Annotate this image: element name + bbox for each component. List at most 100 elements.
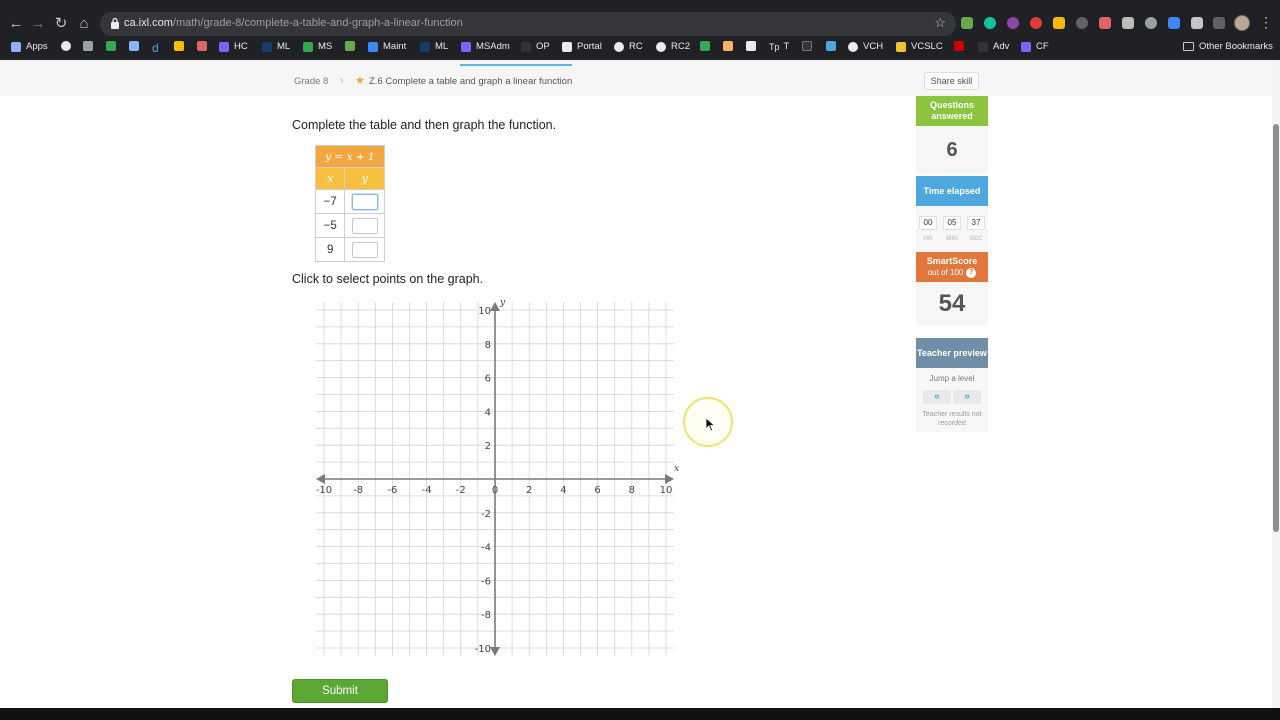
extensions-puzzle-icon[interactable] (1191, 17, 1203, 29)
active-tab-indicator (460, 64, 572, 66)
extension-video-icon[interactable] (1099, 17, 1111, 29)
extension-sheets-icon[interactable] (961, 17, 973, 29)
questions-answered-label: Questions answered (916, 96, 988, 126)
jump-level-up-button[interactable]: » (953, 390, 981, 404)
bookmark-rc2[interactable]: RC2 (656, 41, 690, 52)
bookmark-vcslc[interactable]: VCSLC (896, 41, 943, 52)
globe-icon (614, 41, 624, 52)
coordinate-graph[interactable]: -10 -8 -6 -4 -2 0 2 4 6 8 10 10 8 6 4 2 -2 -4 -6 -8 -10 x y (310, 298, 680, 660)
bookmark-leaf[interactable] (345, 41, 360, 51)
op-icon (521, 41, 531, 52)
bookmark-maple[interactable] (954, 41, 969, 51)
y-tick-label: -2 (481, 509, 491, 520)
bookmark-star[interactable] (61, 41, 76, 51)
bookmark-link[interactable] (826, 41, 841, 51)
mouse-pointer-icon (706, 418, 716, 432)
x-axis-label: x (674, 464, 679, 474)
bookmark-rc[interactable]: RC (614, 41, 643, 52)
bookmark-op[interactable]: OP (521, 41, 550, 52)
bookmark-maint[interactable]: Maint (368, 41, 406, 52)
extension-box-icon[interactable] (1122, 17, 1134, 29)
extension-drive-icon[interactable] (1053, 17, 1065, 29)
y-tick-label: -8 (481, 610, 491, 621)
extension-grammarly-icon[interactable] (984, 17, 996, 29)
bookmark-ms[interactable]: MS (303, 41, 332, 52)
star-bookmark-icon (61, 41, 71, 51)
reload-icon[interactable]: ↻ (51, 14, 71, 34)
table-cell-x: 9 (314, 237, 346, 262)
extension-red-icon[interactable] (1030, 17, 1042, 29)
function-table: y = x + 1 x y −7 −5 9 (314, 145, 385, 262)
doc-icon (368, 41, 378, 52)
x-tick-label: 2 (526, 485, 532, 496)
submit-button[interactable]: Submit (292, 679, 388, 703)
d-icon: d (152, 41, 159, 55)
bookmark-apps[interactable]: Apps (11, 41, 48, 52)
globe-icon (656, 41, 666, 52)
bookmark-box[interactable] (723, 41, 738, 51)
s-icon (746, 41, 756, 51)
bookmark-star-icon[interactable]: ☆ (934, 15, 946, 31)
graph-instruction: Click to select points on the graph. (292, 272, 484, 286)
x-tick-label: 10 (660, 485, 673, 496)
teacher-preview-label: Teacher preview (916, 338, 988, 368)
graph-axes (316, 302, 674, 656)
browser-menu-icon[interactable]: ⋮ (1259, 14, 1273, 31)
table-row: −5 (314, 213, 385, 238)
forward-arrow-icon[interactable]: → (28, 14, 48, 34)
timer: 00 05 37 HR MIN SEC (916, 206, 988, 252)
back-arrow-icon[interactable]: ← (6, 14, 26, 34)
home-icon[interactable]: ⌂ (74, 14, 94, 34)
bookmark-portal[interactable]: Portal (562, 41, 602, 52)
smartscore-sub: out of 100? (916, 267, 988, 278)
share-skill-button[interactable]: Share skill (924, 72, 979, 90)
extension-circle-icon[interactable] (1076, 17, 1088, 29)
cast-icon[interactable] (1213, 17, 1225, 29)
jump-level-down-button[interactable]: « (923, 390, 951, 404)
bookmark-folder[interactable] (83, 41, 98, 51)
address-bar[interactable]: ca.ixl.com/math/grade-8/complete-a-table… (100, 12, 956, 36)
extension-screencastify-icon[interactable] (1007, 17, 1019, 29)
bookmark-d[interactable]: d (152, 41, 159, 55)
bookmark-drive[interactable] (174, 41, 189, 51)
folder-icon (83, 41, 93, 51)
bookmark-school[interactable] (197, 41, 212, 51)
bookmark-s[interactable] (746, 41, 761, 51)
smartscore-value: 54 (916, 282, 988, 326)
bookmark-tpt[interactable]: Tp T (769, 41, 789, 52)
bookmark-cf[interactable]: CF (1021, 41, 1049, 52)
extension-more-icon[interactable] (1145, 17, 1157, 29)
time-elapsed-label: Time elapsed (916, 176, 988, 206)
bookmark-copy[interactable] (129, 41, 144, 51)
help-icon[interactable]: ? (966, 267, 977, 278)
timer-minutes: 05 (943, 216, 961, 230)
y-tick-label: 4 (485, 407, 491, 418)
bookmark-adv[interactable]: Adv (978, 41, 1009, 52)
bookmark-vch[interactable]: VCH (848, 41, 883, 52)
x-tick-label: 8 (629, 485, 635, 496)
other-bookmarks[interactable]: Other Bookmarks (1183, 41, 1273, 52)
table-header-y: y (344, 167, 385, 190)
bookmark-video[interactable] (802, 41, 817, 51)
bookmark-ml-2[interactable]: ML (420, 41, 448, 52)
bookmark-sheet[interactable] (106, 41, 121, 51)
score-sidebar: Questions answered 6 Time elapsed 00 05 … (916, 96, 988, 432)
y-input[interactable] (351, 193, 378, 210)
breadcrumb-grade[interactable]: Grade 8 (294, 76, 328, 87)
x-axis-right-arrow-icon (665, 474, 674, 484)
x-tick-label: 4 (560, 485, 566, 496)
url-path: /math/grade-8/complete-a-table-and-graph… (172, 17, 463, 29)
timer-hours: 00 (919, 216, 937, 230)
bookmark-ml[interactable]: ML (262, 41, 290, 52)
profile-avatar[interactable] (1234, 15, 1250, 31)
bookmark-hc[interactable]: HC (219, 41, 248, 52)
address-row: ← → ↻ ⌂ ca.ixl.com/math/grade-8/complete… (0, 12, 1280, 36)
extension-link-icon[interactable] (1168, 17, 1180, 29)
y-input[interactable] (351, 217, 378, 234)
drive-icon (174, 41, 184, 51)
bookmark-r[interactable] (700, 41, 715, 51)
bookmark-msadm[interactable]: MSAdm (461, 41, 510, 52)
scrollbar-thumb[interactable] (1273, 124, 1279, 532)
y-input[interactable] (351, 241, 378, 258)
table-row: −7 (314, 189, 385, 214)
